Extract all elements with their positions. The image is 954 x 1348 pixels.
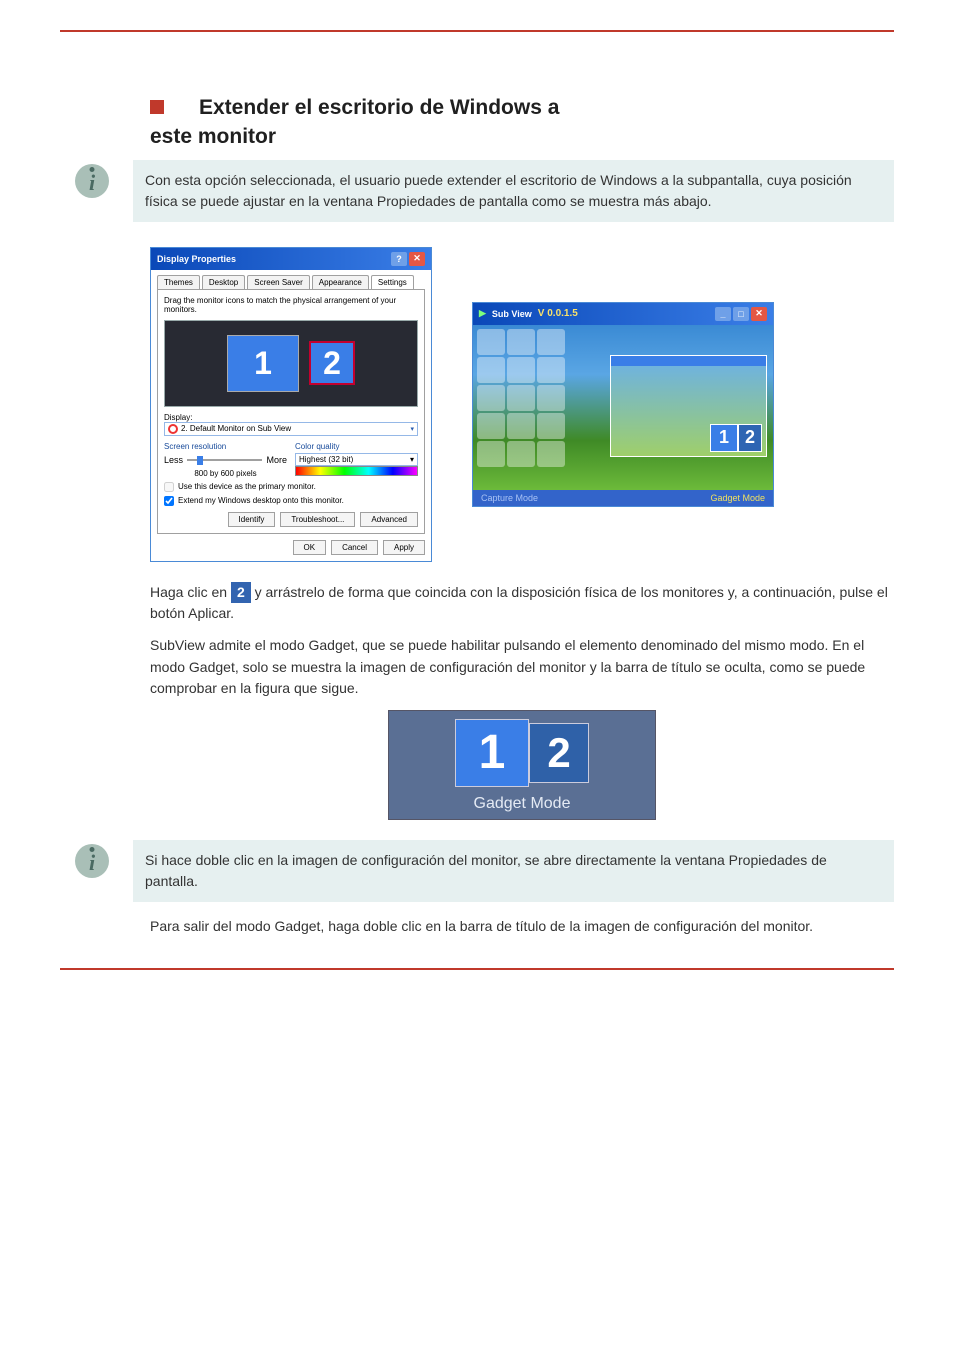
gadget-mode-link[interactable]: Gadget Mode — [710, 493, 765, 503]
dp-tabs: Themes Desktop Screen Saver Appearance S… — [151, 270, 431, 289]
close-icon[interactable]: ✕ — [409, 252, 425, 266]
subview-version: V 0.0.1.5 — [538, 308, 578, 319]
screenshot-row: Display Properties ? ✕ Themes Desktop Sc… — [150, 247, 894, 562]
dp-drag-text: Drag the monitor icons to match the phys… — [164, 296, 418, 314]
slider-more-label: More — [266, 455, 287, 465]
info-icon-wrapper: i — [75, 164, 109, 198]
monitor-2-icon[interactable]: 2 — [309, 341, 355, 385]
gadget-monitor-2-icon: 2 — [529, 723, 589, 783]
advanced-button[interactable]: Advanced — [360, 512, 418, 527]
dp-title-text: Display Properties — [157, 254, 236, 264]
subview-window: ▶ Sub View V 0.0.1.5 _ □ ✕ — [472, 302, 774, 507]
tab-themes[interactable]: Themes — [157, 275, 200, 289]
chevron-down-icon: ▾ — [410, 425, 414, 433]
desktop-icons — [477, 329, 572, 474]
subview-nested-window[interactable]: 1 2 — [610, 355, 767, 457]
body-text-gadget-mode: SubView admite el modo Gadget, que se pu… — [150, 635, 894, 700]
troubleshoot-button[interactable]: Troubleshoot... — [280, 512, 355, 527]
body-b: y arrástrelo de forma que coincida con l… — [150, 584, 888, 622]
primary-monitor-input — [164, 482, 174, 492]
info-icon: i — [75, 164, 109, 198]
color-quality-select[interactable]: Highest (32 bit) ▾ — [295, 453, 418, 466]
gadget-mode-box[interactable]: 1 2 Gadget Mode — [388, 710, 656, 820]
cancel-button[interactable]: Cancel — [331, 540, 378, 555]
primary-monitor-checkbox[interactable]: Use this device as the primary monitor. — [164, 482, 418, 492]
heading-line1: Extender el escritorio de Windows a — [199, 96, 559, 119]
subview-desktop: 1 2 — [473, 325, 773, 490]
dp-body: Drag the monitor icons to match the phys… — [157, 289, 425, 534]
resolution-slider[interactable]: Less More — [164, 455, 287, 465]
page: Extender el escritorio de Windows a este… — [0, 0, 954, 1032]
monitor-2-inline-icon: 2 — [231, 582, 251, 604]
bottom-divider — [60, 968, 894, 970]
maximize-icon[interactable]: □ — [733, 307, 749, 321]
tab-desktop[interactable]: Desktop — [202, 275, 245, 289]
dp-titlebar[interactable]: Display Properties ? ✕ — [151, 248, 431, 270]
slider-less-label: Less — [164, 455, 183, 465]
subview-logo-icon: ▶ — [479, 308, 486, 319]
display-select-value: 2. Default Monitor on Sub View — [181, 424, 291, 433]
close-icon[interactable]: ✕ — [751, 307, 767, 321]
info-icon: i — [75, 844, 109, 878]
body-text-drag-instruction: Haga clic en 2 y arrástrelo de forma que… — [150, 582, 894, 625]
gadget-mode-label: Gadget Mode — [397, 795, 647, 813]
info-icon-wrapper: i — [75, 844, 109, 878]
display-properties-dialog: Display Properties ? ✕ Themes Desktop Sc… — [150, 247, 432, 562]
content-area: Extender el escritorio de Windows a este… — [150, 92, 894, 938]
minimize-icon[interactable]: _ — [715, 307, 731, 321]
color-quality-value: Highest (32 bit) — [299, 455, 353, 464]
gadget-monitor-1-icon: 1 — [455, 719, 529, 787]
color-gradient-icon — [295, 466, 418, 476]
info-note-2: i Si hace doble clic en la imagen de con… — [75, 840, 894, 902]
tab-settings[interactable]: Settings — [371, 275, 414, 289]
apply-button[interactable]: Apply — [383, 540, 425, 555]
top-divider — [60, 30, 894, 32]
note-text: Si hace doble clic en la imagen de confi… — [133, 840, 894, 902]
monitor-arrangement[interactable]: 1 2 — [164, 320, 418, 407]
heading-line2: este monitor — [150, 125, 276, 148]
help-icon[interactable]: ? — [391, 252, 407, 266]
identify-button[interactable]: Identify — [228, 512, 276, 527]
color-quality-group: Color quality Highest (32 bit) ▾ — [295, 442, 418, 478]
note-text: Con esta opción seleccionada, el usuario… — [133, 160, 894, 222]
body-a: Haga clic en — [150, 584, 231, 600]
subview-footer: Capture Mode Gadget Mode — [473, 490, 773, 506]
screen-res-label: Screen resolution — [164, 442, 287, 451]
section-heading-extend: Extender el escritorio de Windows a este… — [150, 92, 894, 152]
capture-mode-link[interactable]: Capture Mode — [481, 493, 538, 503]
page-footer — [60, 980, 894, 992]
extend-desktop-checkbox[interactable]: Extend my Windows desktop onto this moni… — [164, 496, 418, 506]
mini-monitor-1-icon: 1 — [710, 424, 738, 452]
ok-button[interactable]: OK — [293, 540, 327, 555]
mini-monitor-2-icon: 2 — [738, 424, 762, 452]
resolution-value: 800 by 600 pixels — [164, 469, 287, 478]
extend-desktop-input[interactable] — [164, 496, 174, 506]
screen-resolution-group: Screen resolution Less More 800 by 600 p… — [164, 442, 287, 478]
display-select[interactable]: 2. Default Monitor on Sub View ▾ — [164, 422, 418, 436]
info-note-1: i Con esta opción seleccionada, el usuar… — [75, 160, 894, 222]
primary-monitor-label: Use this device as the primary monitor. — [178, 482, 316, 491]
body-text-exit-gadget: Para salir del modo Gadget, haga doble c… — [150, 916, 894, 938]
subview-title: Sub View — [492, 309, 532, 319]
tab-appearance[interactable]: Appearance — [312, 275, 369, 289]
bullet-icon — [150, 100, 164, 114]
monitor-1-icon[interactable]: 1 — [227, 335, 299, 392]
extend-desktop-label: Extend my Windows desktop onto this moni… — [178, 496, 344, 505]
chevron-down-icon: ▾ — [410, 455, 414, 464]
color-quality-label: Color quality — [295, 442, 418, 451]
display-label: Display: — [164, 413, 418, 422]
subview-titlebar[interactable]: ▶ Sub View V 0.0.1.5 _ □ ✕ — [473, 303, 773, 325]
tab-screensaver[interactable]: Screen Saver — [247, 275, 309, 289]
